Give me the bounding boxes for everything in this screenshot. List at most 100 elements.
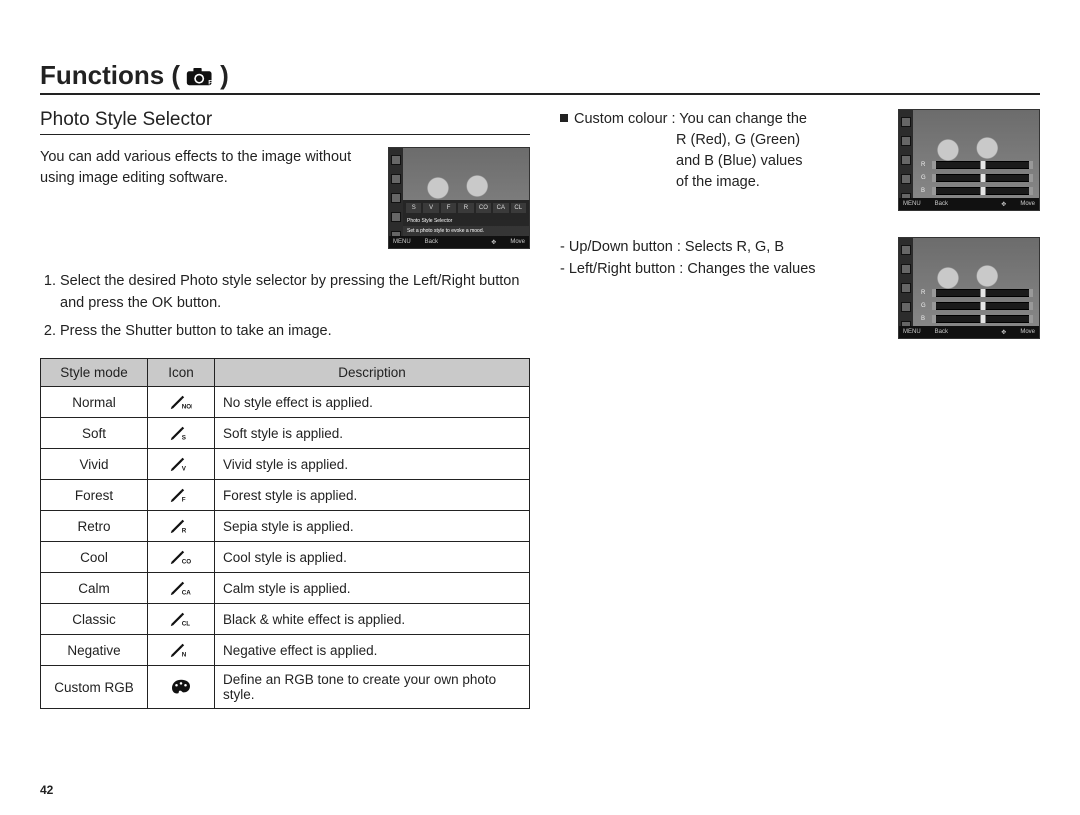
cell-desc: Vivid style is applied. <box>215 449 530 480</box>
screenshot-bottom-bar: MENU Back ✥ Move <box>899 198 1039 210</box>
cell-icon: S <box>148 418 215 449</box>
table-row: Soft S Soft style is applied. <box>41 418 530 449</box>
camera-screenshot-styles: SVFRCOCACL Photo Style Selector Set a ph… <box>388 147 530 249</box>
move-label: Move <box>1020 201 1035 207</box>
slider-label: R <box>921 290 929 296</box>
screenshot-caption-1: Photo Style Selector <box>403 216 529 226</box>
style-chip: S <box>406 203 421 213</box>
svg-text:V: V <box>182 466 187 473</box>
move-icon: ✥ <box>491 239 496 246</box>
style-table: Style mode Icon Description Normal NOR N… <box>40 358 530 709</box>
slider-track <box>932 174 1033 182</box>
rgb-sliders: R G B <box>921 288 1033 324</box>
table-row: Forest F Forest style is applied. <box>41 480 530 511</box>
slider-thumb <box>980 174 985 182</box>
svg-text:N: N <box>182 652 187 659</box>
slider-track <box>932 289 1033 297</box>
cell-icon: R <box>148 511 215 542</box>
cell-desc: Forest style is applied. <box>215 480 530 511</box>
screenshot-left-strip <box>389 148 403 248</box>
intro-paragraph: You can add various effects to the image… <box>40 147 374 239</box>
style-selector-bar: SVFRCOCACL <box>403 200 529 216</box>
cell-icon: N <box>148 635 215 666</box>
slider-label: G <box>921 175 929 181</box>
svg-text:CO: CO <box>182 559 192 566</box>
cell-mode: Calm <box>41 573 148 604</box>
svg-text:S: S <box>182 435 186 442</box>
slider-label: B <box>921 316 929 322</box>
cell-desc: No style effect is applied. <box>215 387 530 418</box>
rgb-slider-row: G <box>921 302 1033 310</box>
cell-desc: Sepia style is applied. <box>215 511 530 542</box>
rgb-slider-row: R <box>921 289 1033 297</box>
cell-mode: Cool <box>41 542 148 573</box>
cell-icon: CL <box>148 604 215 635</box>
screenshot-left-strip <box>899 238 913 338</box>
screenshot-left-strip <box>899 110 913 210</box>
table-row: Calm CA Calm style is applied. <box>41 573 530 604</box>
custom-colour-text: Custom colour : You can change the R (Re… <box>560 109 884 211</box>
slider-track <box>932 315 1033 323</box>
instruction-steps: Select the desired Photo style selector … <box>40 271 530 342</box>
slider-label: B <box>921 188 929 194</box>
square-bullet-icon <box>560 114 568 122</box>
slider-track <box>932 161 1033 169</box>
camera-screenshot-rgb-1: R G B MENU Back ✥ Move <box>898 109 1040 211</box>
svg-text:CL: CL <box>182 621 191 628</box>
left-column: Photo Style Selector You can add various… <box>40 109 530 709</box>
svg-text:F: F <box>182 497 186 504</box>
svg-text:R: R <box>182 528 187 535</box>
back-label: Back <box>935 329 948 335</box>
page-title: Functions ( Fn ) <box>40 60 229 91</box>
svg-text:Fn: Fn <box>208 80 214 87</box>
style-chip: CL <box>511 203 526 213</box>
style-chip: CO <box>476 203 491 213</box>
table-row: Cool CO Cool style is applied. <box>41 542 530 573</box>
slider-thumb <box>980 289 985 297</box>
cell-desc: Calm style is applied. <box>215 573 530 604</box>
screenshot-caption-2: Set a photo style to evoke a mood. <box>403 226 529 236</box>
custom-line1: Custom colour : You can change the <box>574 111 807 127</box>
slider-thumb <box>980 161 985 169</box>
instruction-step: Press the Shutter button to take an imag… <box>60 321 530 343</box>
cell-mode: Negative <box>41 635 148 666</box>
table-row: Vivid V Vivid style is applied. <box>41 449 530 480</box>
move-label: Move <box>1020 329 1035 335</box>
cell-icon: CA <box>148 573 215 604</box>
slider-thumb <box>980 187 985 195</box>
cell-desc: Negative effect is applied. <box>215 635 530 666</box>
camera-screenshot-rgb-2: R G B MENU Back ✥ Move <box>898 237 1040 339</box>
cell-icon <box>148 666 215 709</box>
table-row: Normal NOR No style effect is applied. <box>41 387 530 418</box>
cell-desc: Cool style is applied. <box>215 542 530 573</box>
table-row: Classic CL Black & white effect is appli… <box>41 604 530 635</box>
style-chip: CA <box>493 203 508 213</box>
control-line: - Left/Right button : Changes the values <box>560 259 884 281</box>
style-chip: R <box>458 203 473 213</box>
slider-label: R <box>921 162 929 168</box>
page-number: 42 <box>40 783 53 797</box>
table-row: Retro R Sepia style is applied. <box>41 511 530 542</box>
rgb-slider-row: B <box>921 315 1033 323</box>
custom-line4: of the image. <box>676 172 760 193</box>
custom-line3: and B (Blue) values <box>676 151 803 172</box>
screenshot-bottom-bar: MENU Back ✥ Move <box>389 236 529 248</box>
cell-icon: F <box>148 480 215 511</box>
back-label: Back <box>935 201 948 207</box>
rgb-slider-row: B <box>921 187 1033 195</box>
cell-icon: NOR <box>148 387 215 418</box>
cell-mode: Custom RGB <box>41 666 148 709</box>
rgb-sliders: R G B <box>921 160 1033 196</box>
style-chip: F <box>441 203 456 213</box>
cell-icon: CO <box>148 542 215 573</box>
move-icon: ✥ <box>1001 201 1006 208</box>
th-desc: Description <box>215 359 530 387</box>
slider-thumb <box>980 302 985 310</box>
cell-desc: Soft style is applied. <box>215 418 530 449</box>
title-suffix: ) <box>220 60 229 91</box>
cell-mode: Normal <box>41 387 148 418</box>
cell-mode: Soft <box>41 418 148 449</box>
cell-desc: Define an RGB tone to create your own ph… <box>215 666 530 709</box>
svg-text:NOR: NOR <box>182 404 192 411</box>
rgb-slider-row: G <box>921 174 1033 182</box>
